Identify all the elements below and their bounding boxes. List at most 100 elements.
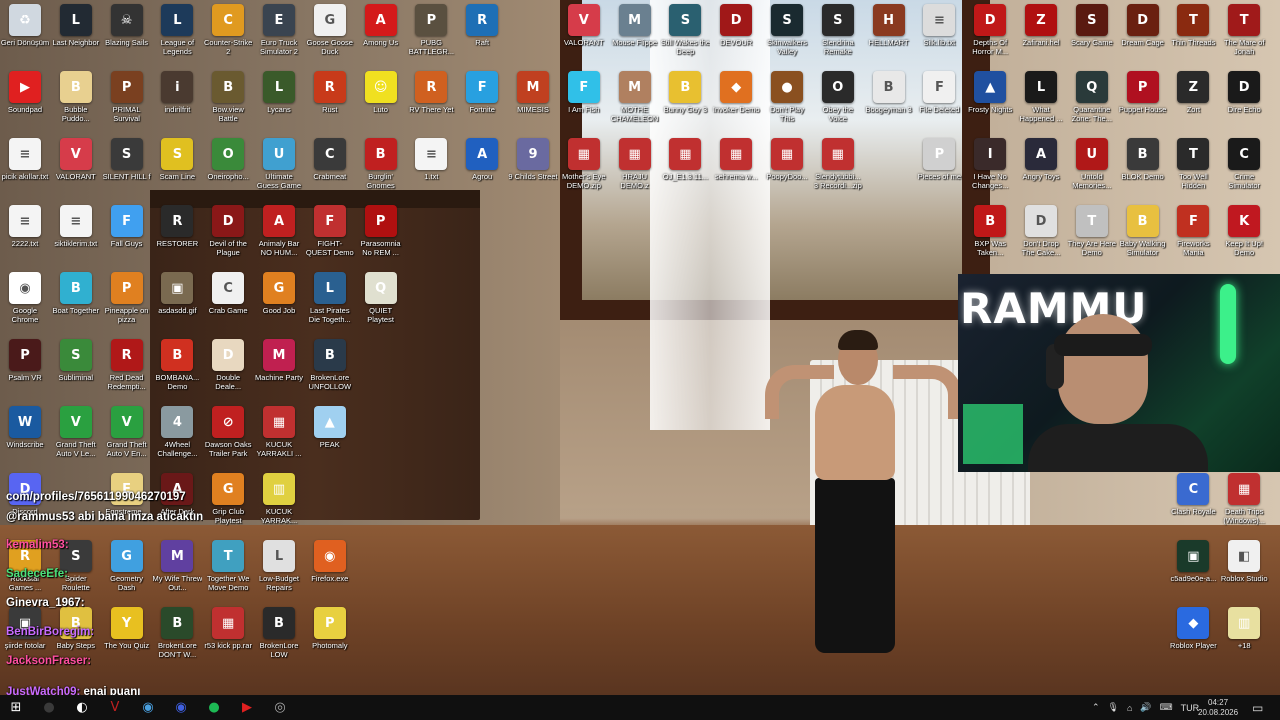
desktop-icon[interactable]: P Pieces of me [914, 138, 964, 202]
desktop-icon[interactable]: ≡ picik akıllar.txt [0, 138, 50, 202]
network-icon[interactable]: ⌂ [1127, 703, 1132, 713]
notification-icon[interactable]: ▭ [1252, 695, 1263, 720]
chrome-icon[interactable]: ◉ [137, 697, 159, 718]
desktop-icon[interactable]: 9 9 Childs Street [508, 138, 558, 202]
desktop-icon[interactable]: B Bubble Puddo... [51, 71, 101, 135]
desktop-icon[interactable]: C Crime Simulator [1219, 138, 1269, 202]
start-button[interactable]: ⊞ [5, 697, 27, 718]
volume-icon[interactable]: 🔊 [1140, 702, 1151, 713]
desktop-icon[interactable]: ≡ 2222.txt [0, 205, 50, 269]
desktop-icon[interactable]: ◆ Roblox Player [1168, 607, 1218, 671]
desktop-icon[interactable]: B Bunny Guy 3 [660, 71, 710, 135]
desktop-icon[interactable]: M Mouse Flippe [610, 4, 660, 68]
desktop-icon[interactable]: F Fortnite [457, 71, 507, 135]
desktop-icon[interactable]: A Agrou [457, 138, 507, 202]
desktop-icon[interactable]: ▦ PoopyDoo... [762, 138, 812, 202]
desktop-icon[interactable]: ⊘ Dawson Oaks Trailer Park [203, 406, 253, 470]
desktop-icon[interactable]: i indirilfrit [152, 71, 202, 135]
desktop-icon[interactable]: P Photomaly [305, 607, 355, 671]
desktop-icon[interactable]: G Good Job [254, 272, 304, 336]
desktop-icon[interactable]: ▦ Mother's Eye DEMO.zip [559, 138, 609, 202]
desktop-icon[interactable]: ▦ KUCUK YARRAKLI ... [254, 406, 304, 470]
desktop-icon[interactable]: B BrokenLore LOW [254, 607, 304, 671]
desktop-icon[interactable]: U Untold Memories... [1067, 138, 1117, 202]
desktop-icon[interactable]: S Slendrina Remake [813, 4, 863, 68]
desktop-icon[interactable]: R Rust [305, 71, 355, 135]
desktop-icon[interactable]: ▦ sehrema w... [711, 138, 761, 202]
steam-icon[interactable]: ◐ [71, 697, 93, 718]
desktop-icon[interactable]: C Clash Royale [1168, 473, 1218, 537]
desktop-icon[interactable]: Z Zafirani.hel [1016, 4, 1066, 68]
spotify-icon[interactable]: ● [203, 697, 225, 718]
desktop-icon[interactable]: S Still Wakes the Deep [660, 4, 710, 68]
desktop-icon[interactable]: B Bow.view Battle [203, 71, 253, 135]
obs-icon[interactable]: ● [38, 697, 60, 718]
desktop-icon[interactable]: ▦ HRAJU DEMO.z [610, 138, 660, 202]
desktop-icon[interactable]: S SILENT HILL f [102, 138, 152, 202]
desktop-icon[interactable]: U Ultimate Guess Game [254, 138, 304, 202]
desktop-icon[interactable]: D Dream Cage [1118, 4, 1168, 68]
desktop-icon[interactable]: R Red Dead Redempti... [102, 339, 152, 403]
desktop-icon[interactable]: V Grand Theft Auto V En... [102, 406, 152, 470]
desktop-icon[interactable]: B BOMBANA... Demo [152, 339, 202, 403]
desktop-icon[interactable]: P Psalm VR [0, 339, 50, 403]
desktop-icon[interactable]: D Double Deale... [203, 339, 253, 403]
desktop-icon[interactable]: G Geometry Dash [102, 540, 152, 604]
desktop-icon[interactable]: I I Have No Changes... [965, 138, 1015, 202]
desktop-icon[interactable]: D Don't Drop The Cake... [1016, 205, 1066, 269]
vpn-icon[interactable]: V [104, 697, 126, 718]
desktop-icon[interactable]: ♻ Geri Dönüşüm [0, 4, 50, 68]
desktop-icon[interactable]: 4 4Wheel Challenge... [152, 406, 202, 470]
desktop-icon[interactable]: L What Happened ... [1016, 71, 1066, 135]
desktop-icon[interactable]: P PUBG BATTLEGR... [406, 4, 456, 68]
desktop-icon[interactable]: V Grand Theft Auto V Le... [51, 406, 101, 470]
desktop-icon[interactable]: B BrokenLore UNFOLLOW [305, 339, 355, 403]
desktop-icon[interactable]: O Obey the Voice [813, 71, 863, 135]
desktop-icon[interactable]: L Low-Budget Repairs [254, 540, 304, 604]
desktop-icon[interactable]: S Scam Line [152, 138, 202, 202]
desktop-icon[interactable]: B BXP Was Taken... [965, 205, 1015, 269]
desktop-icon[interactable]: A Animaly Bar NO HUM... [254, 205, 304, 269]
desktop-icon[interactable]: ☠ Blazing Sails [102, 4, 152, 68]
desktop-icon[interactable]: ▦ OJ_E1.3.11... [660, 138, 710, 202]
desktop-icon[interactable]: ▲ Frosty Nights [965, 71, 1015, 135]
desktop-icon[interactable]: T Too Well Hidden [1168, 138, 1218, 202]
desktop-icon[interactable]: ◧ Roblox Studio [1219, 540, 1269, 604]
desktop-icon[interactable]: S Scary Game [1067, 4, 1117, 68]
desktop-icon[interactable]: ◉ Google Chrome [0, 272, 50, 336]
desktop-icon[interactable]: D DEVOUR [711, 4, 761, 68]
desktop-icon[interactable]: B Baby Walking Simulator [1118, 205, 1168, 269]
desktop-icon[interactable]: D Dire Echo [1219, 71, 1269, 135]
desktop-icon[interactable]: B Boogeyman 3 [864, 71, 914, 135]
mic-icon[interactable]: 🎙 [1108, 702, 1119, 713]
desktop-icon[interactable]: ◉ Firefox.exe [305, 540, 355, 604]
desktop-icon[interactable]: W Windscribe [0, 406, 50, 470]
desktop-icon[interactable]: Q QUIET Playtest [356, 272, 406, 336]
desktop-icon[interactable]: Z Zort [1168, 71, 1218, 135]
desktop-icon[interactable]: B BLOK Demo [1118, 138, 1168, 202]
desktop-icon[interactable]: V VALORANT [559, 4, 609, 68]
desktop-icon[interactable]: ▦ Death Trips (Windows)... [1219, 473, 1269, 537]
desktop-icon[interactable]: P Parasomnia No REM ... [356, 205, 406, 269]
desktop-icon[interactable]: H HELLMART [864, 4, 914, 68]
desktop-icon[interactable]: V VALORANT [51, 138, 101, 202]
desktop-icon[interactable]: C Crab Game [203, 272, 253, 336]
desktop-icon[interactable]: ▥ KUCUK YARRAK... [254, 473, 304, 537]
desktop-icon[interactable]: L Last Neighbor [51, 4, 101, 68]
desktop-icon[interactable]: L Lycans [254, 71, 304, 135]
desktop-icon[interactable]: G Goose Goose Duck [305, 4, 355, 68]
desktop-icon[interactable]: ▣ asdasdd.gif [152, 272, 202, 336]
desktop-icon[interactable]: ≡ Silk.lib.txt [914, 4, 964, 68]
desktop-icon[interactable]: L League of Legends [152, 4, 202, 68]
desktop-icon[interactable]: F File Deleted [914, 71, 964, 135]
desktop-icon[interactable]: F I Am Fish [559, 71, 609, 135]
keyboard-icon[interactable]: ⌨ [1160, 702, 1173, 713]
desktop-icon[interactable]: P Pineapple on pizza [102, 272, 152, 336]
desktop-icon[interactable]: E Eggstreme... [102, 473, 152, 537]
desktop-icon[interactable]: M My Wife Threw Out... [152, 540, 202, 604]
desktop-icon[interactable]: ● Don't Play This [762, 71, 812, 135]
desktop-icon[interactable]: C Counter-Strike 2 [203, 4, 253, 68]
language-indicator[interactable]: TUR [1181, 703, 1200, 713]
desktop-icon[interactable]: B Boat Together [51, 272, 101, 336]
desktop-icon[interactable]: L Last Pirates Die Togeth... [305, 272, 355, 336]
